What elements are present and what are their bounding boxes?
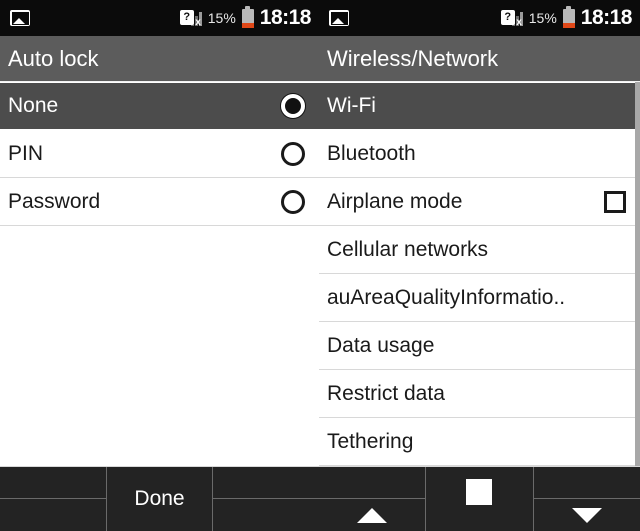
- soft-key-left-blank[interactable]: [0, 467, 106, 531]
- list-item-label: Bluetooth: [327, 141, 416, 165]
- clock-label: 18:18: [580, 6, 633, 29]
- radio-button-selected-icon[interactable]: [281, 94, 305, 118]
- list-item-airplane-mode[interactable]: Airplane mode: [319, 178, 640, 226]
- battery-low-icon: [241, 5, 254, 28]
- radio-button-unselected-icon[interactable]: [281, 141, 305, 166]
- radio-button-unselected-icon[interactable]: [281, 189, 305, 214]
- soft-key-bar-left: Done: [0, 466, 319, 531]
- square-stop-icon: [466, 479, 493, 505]
- radio-none[interactable]: [281, 94, 305, 118]
- status-bar-right: ? x 15% 18:18: [319, 0, 640, 36]
- list-item-label: Data usage: [327, 333, 435, 357]
- list-item-label: Tethering: [327, 429, 414, 453]
- gallery-icon: [329, 10, 349, 26]
- soft-key-scroll-up[interactable]: [319, 467, 426, 531]
- title-bar-left: Auto lock: [0, 36, 319, 82]
- list-item-restrict-data[interactable]: Restrict data: [319, 370, 640, 418]
- list-item-label: Password: [8, 189, 101, 213]
- list-item-label: Wi-Fi: [327, 94, 376, 117]
- battery-percent-label: 15%: [528, 10, 557, 26]
- right-panel-wireless-network: ? x 15% 18:18 Wireless/Network Wi-Fi Blu…: [319, 0, 640, 531]
- list-item-bluetooth[interactable]: Bluetooth: [319, 130, 640, 178]
- list-item-cellular-networks[interactable]: Cellular networks: [319, 226, 640, 274]
- soft-key-done-label: Done: [134, 487, 185, 510]
- radio-password[interactable]: [281, 189, 305, 214]
- list-item-none[interactable]: None: [0, 82, 319, 130]
- battery-low-icon: [562, 5, 575, 28]
- dual-screenshot: ? x 15% 18:18 Auto lock None PIN Passwor…: [0, 0, 640, 531]
- signal-x-glyph: x: [195, 17, 201, 28]
- list-item-label: PIN: [8, 141, 44, 165]
- status-bar-left: ? x 15% 18:18: [0, 0, 319, 36]
- soft-key-bar-right: [319, 466, 640, 531]
- soft-key-done[interactable]: Done: [105, 467, 213, 531]
- soft-key-stop[interactable]: [425, 467, 532, 531]
- list-item-wifi[interactable]: Wi-Fi: [319, 82, 640, 130]
- list-item-pin[interactable]: PIN: [0, 130, 319, 178]
- title-bar-right: Wireless/Network: [319, 36, 640, 82]
- status-bar-right-group: ? x 15% 18:18: [500, 5, 633, 30]
- list-item-password[interactable]: Password: [0, 178, 319, 226]
- gallery-icon: [10, 10, 30, 26]
- list-item-label: Cellular networks: [327, 237, 489, 261]
- signal-question-glyph: ?: [500, 10, 515, 25]
- radio-pin[interactable]: [281, 141, 305, 166]
- list-item-label: None: [8, 94, 59, 117]
- soft-key-scroll-down[interactable]: [532, 467, 640, 531]
- list-item-data-usage[interactable]: Data usage: [319, 322, 640, 370]
- soft-key-left-label: [0, 499, 106, 531]
- signal-unknown-icon: ? x: [500, 8, 523, 28]
- soft-key-right-label: [213, 499, 319, 531]
- left-panel-auto-lock: ? x 15% 18:18 Auto lock None PIN Passwor…: [0, 0, 319, 531]
- vertical-scrollbar[interactable]: [635, 82, 640, 466]
- checkbox-unchecked-icon[interactable]: [604, 190, 626, 213]
- battery-percent-label: 15%: [207, 10, 236, 26]
- list-item-tethering[interactable]: Tethering: [319, 418, 640, 466]
- page-title-left: Auto lock: [8, 45, 99, 71]
- checkbox-airplane-mode[interactable]: [604, 190, 626, 213]
- list-item-label: Restrict data: [327, 381, 445, 405]
- triangle-down-icon: [571, 507, 602, 523]
- status-bar-right-group: ? x 15% 18:18: [179, 5, 312, 30]
- signal-question-glyph: ?: [179, 10, 194, 25]
- list-item-au-area-quality-information[interactable]: auAreaQualityInformatio..: [319, 274, 640, 322]
- page-title-right: Wireless/Network: [327, 45, 499, 71]
- list-item-label: auAreaQualityInformatio..: [327, 285, 566, 309]
- soft-key-right-blank[interactable]: [212, 467, 319, 531]
- clock-label: 18:18: [259, 6, 312, 29]
- wireless-network-list[interactable]: Wi-Fi Bluetooth Airplane mode Cellular n…: [319, 82, 640, 466]
- auto-lock-list[interactable]: None PIN Password: [0, 82, 319, 466]
- signal-unknown-icon: ? x: [179, 8, 202, 28]
- signal-x-glyph: x: [516, 17, 522, 28]
- triangle-up-icon: [357, 507, 388, 523]
- list-item-label: Airplane mode: [327, 189, 463, 213]
